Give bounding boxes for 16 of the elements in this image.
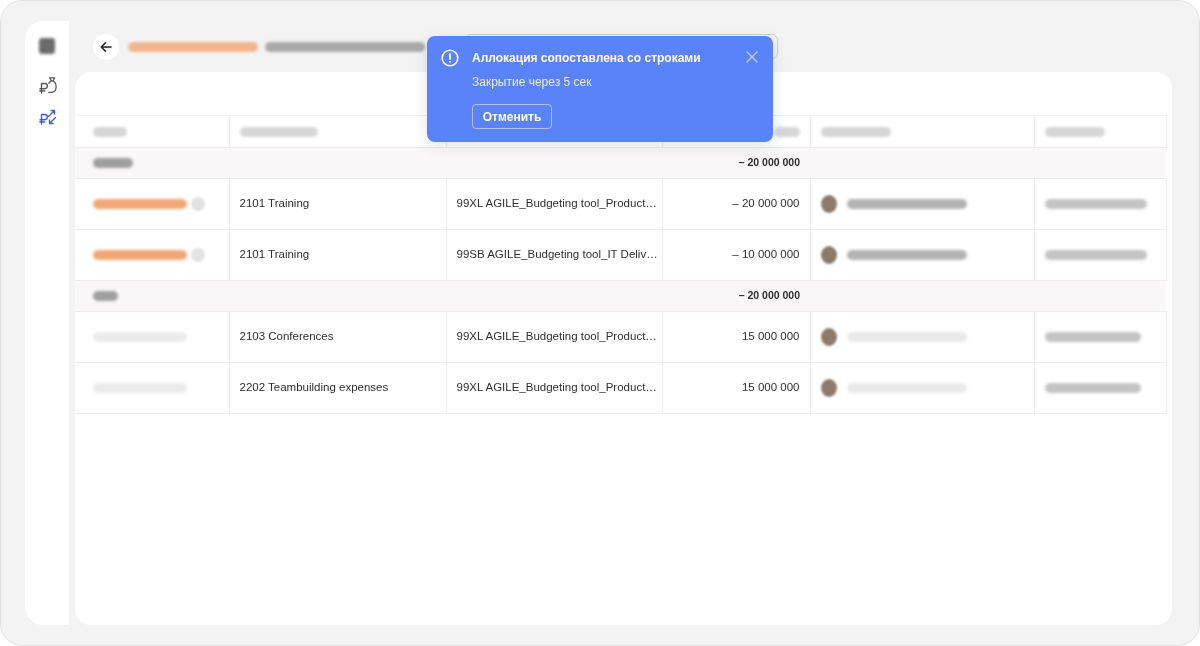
amount-text: – 10 000 000	[732, 247, 800, 263]
project-text: 99XL AGILE_Budgeting tool_Product…	[456, 329, 657, 345]
amount-text: 15 000 000	[741, 329, 800, 345]
category-text: 2101 Training	[239, 247, 310, 263]
amount-text: – 20 000 000	[732, 196, 800, 212]
category-text: 2103 Conferences	[239, 329, 334, 345]
project-text: 99XL AGILE_Budgeting tool_Product…	[456, 196, 657, 212]
toast-message: Закрытие через 5 сек	[472, 74, 593, 90]
category-text: 2101 Training	[239, 196, 310, 212]
group-total: – 20 000 000	[738, 289, 800, 302]
amount-text: 15 000 000	[741, 380, 800, 396]
project-text: 99XL AGILE_Budgeting tool_Product…	[456, 380, 657, 396]
toast-title: Аллокация сопоставлена со строками	[472, 50, 702, 66]
group-total: – 20 000 000	[738, 156, 800, 169]
project-text: 99SB AGILE_Budgeting tool_IT Deliv…	[456, 247, 658, 263]
category-text: 2202 Teambuilding expenses	[239, 380, 389, 396]
